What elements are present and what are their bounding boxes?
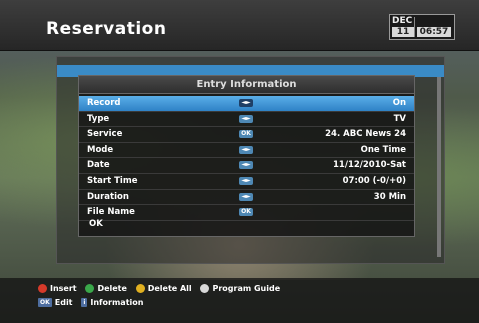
entry-row-date[interactable]: Date ◄► 11/12/2010-Sat — [79, 158, 414, 174]
arrows-icon: ◄► — [239, 161, 253, 170]
legend-line-2: OK Edit i Information — [38, 298, 149, 307]
entry-row-label: Date — [87, 160, 110, 171]
ok-icon: OK — [239, 130, 253, 139]
button-legend: Insert Delete Delete All Program Guide O… — [0, 278, 479, 323]
tv-screen: Reservation DEC 11 06:57 Entry Informati… — [0, 0, 479, 323]
entry-row-value: 07:00 (-0/+0) — [342, 175, 406, 186]
arrows-icon: ◄► — [239, 176, 253, 185]
entry-row-value: TV — [393, 113, 406, 124]
entry-row-value: 30 Min — [373, 191, 406, 202]
clock-divider — [414, 17, 415, 37]
entry-information-dialog: Entry Information Record ◄► On Type ◄► TV Serv… — [78, 75, 415, 237]
entry-row-label: Mode — [87, 144, 114, 155]
ok-key-icon: OK — [38, 298, 52, 307]
entry-row-label: Record — [87, 98, 121, 108]
arrows-icon: ◄► — [239, 99, 253, 107]
legend-program-guide[interactable]: Program Guide — [212, 284, 280, 293]
clock-widget: DEC 11 06:57 — [389, 14, 455, 40]
arrows-icon: ◄► — [239, 114, 253, 123]
legend-line-1: Insert Delete Delete All Program Guide — [38, 284, 286, 293]
scrollbar[interactable] — [437, 77, 441, 257]
legend-edit[interactable]: Edit — [55, 298, 73, 307]
entry-row-label: Start Time — [87, 175, 138, 186]
dialog-title: Entry Information — [79, 76, 414, 94]
entry-row-type[interactable]: Type ◄► TV — [79, 112, 414, 128]
ok-icon: OK — [239, 208, 253, 217]
entry-row-value: One Time — [360, 144, 406, 155]
entry-row-label: File Name — [87, 207, 135, 218]
entry-row-value: 11/12/2010-Sat — [333, 160, 406, 171]
arrows-icon: ◄► — [239, 145, 253, 154]
legend-delete[interactable]: Delete — [97, 284, 126, 293]
page-title: Reservation — [46, 19, 167, 39]
entry-row-file-name[interactable]: File Name OK — [79, 205, 414, 221]
entry-row-value: On — [392, 98, 406, 108]
entry-row-mode[interactable]: Mode ◄► One Time — [79, 143, 414, 159]
yellow-button-icon — [135, 284, 145, 293]
entry-row-record[interactable]: Record ◄► On — [79, 96, 414, 112]
entry-row-start-time[interactable]: Start Time ◄► 07:00 (-0/+0) — [79, 174, 414, 190]
clock-month: DEC — [392, 16, 413, 26]
entry-row-service[interactable]: Service OK 24. ABC News 24 — [79, 127, 414, 143]
entry-row-value: 24. ABC News 24 — [325, 129, 406, 140]
entry-row-label: Service — [87, 129, 123, 140]
header-bar: Reservation DEC 11 06:57 — [0, 0, 479, 51]
legend-delete-all[interactable]: Delete All — [148, 284, 192, 293]
legend-insert[interactable]: Insert — [50, 284, 77, 293]
info-key-icon: i — [81, 298, 88, 307]
arrows-icon: ◄► — [239, 192, 253, 201]
legend-information[interactable]: Information — [90, 298, 143, 307]
white-button-icon — [200, 284, 210, 293]
red-button-icon — [38, 284, 47, 293]
entry-row-label: Duration — [87, 191, 129, 202]
ok-button[interactable]: OK — [89, 219, 103, 229]
entry-fields: Record ◄► On Type ◄► TV Service OK 24. ABC News … — [79, 96, 414, 221]
green-button-icon — [85, 284, 95, 293]
entry-row-label: Type — [87, 113, 110, 124]
clock-day: 11 — [392, 27, 414, 37]
clock-time: 06:57 — [417, 27, 451, 37]
entry-row-duration[interactable]: Duration ◄► 30 Min — [79, 190, 414, 206]
